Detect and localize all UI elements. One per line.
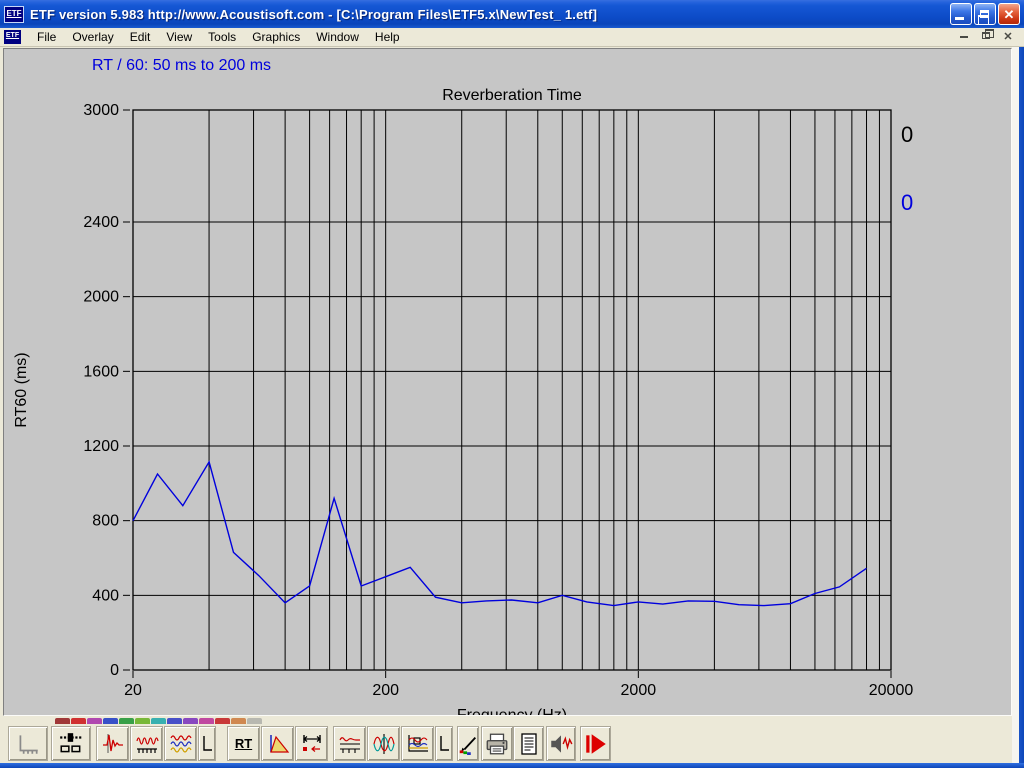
speaker-icon bbox=[548, 731, 574, 757]
minimize-icon bbox=[955, 17, 964, 20]
toolbar-button-phase-response[interactable] bbox=[367, 726, 400, 761]
toolbar-button-speaker-test[interactable] bbox=[546, 726, 576, 761]
toolbar-button-smoothed-response[interactable] bbox=[333, 726, 366, 761]
toolbar-button-axis-corner-a[interactable] bbox=[198, 726, 216, 761]
restore-button[interactable] bbox=[974, 3, 996, 25]
x-tick-label: 20 bbox=[124, 682, 142, 699]
x-tick-label: 20000 bbox=[869, 682, 914, 699]
chart-panel: RT / 60: 50 ms to 200 ms 040080012001600… bbox=[3, 48, 1012, 716]
menu-bar: ETF FileOverlayEditViewToolsGraphicsWind… bbox=[0, 28, 1024, 47]
plot-frame bbox=[133, 110, 891, 670]
window-title: ETF version 5.983 http://www.Acoustisoft… bbox=[30, 7, 950, 22]
axis-corner-icon bbox=[200, 731, 214, 757]
y-tick-label: 800 bbox=[92, 513, 119, 530]
menu-item-help[interactable]: Help bbox=[367, 28, 408, 46]
play-icon bbox=[583, 731, 609, 757]
menu-item-edit[interactable]: Edit bbox=[122, 28, 159, 46]
etf-logo-icon: ETF bbox=[4, 6, 24, 23]
close-icon: ✕ bbox=[1004, 8, 1015, 21]
toolbar-button-measure-play[interactable] bbox=[580, 726, 611, 761]
smoothed-response-icon bbox=[338, 731, 362, 757]
mdi-restore-icon bbox=[982, 32, 990, 39]
mdi-close-button[interactable]: ✕ bbox=[1000, 30, 1016, 44]
overlay-marker-blue: 0 bbox=[901, 190, 913, 216]
y-tick-label: 3000 bbox=[83, 102, 119, 119]
toolbar-button-print[interactable] bbox=[481, 726, 513, 761]
range-slider-icon bbox=[57, 731, 85, 757]
rt60-series-line bbox=[133, 462, 867, 606]
client-area: RT / 60: 50 ms to 200 ms 040080012001600… bbox=[0, 47, 1019, 763]
y-axis-title: RT60 (ms) bbox=[13, 352, 30, 427]
mdi-minimize-icon bbox=[960, 36, 968, 38]
etf-mdi-icon: ETF bbox=[4, 30, 21, 44]
axes-icon bbox=[14, 731, 42, 757]
mdi-restore-button[interactable] bbox=[978, 30, 994, 44]
x-axis-title: Frequency (Hz) bbox=[457, 707, 567, 715]
spectrogram-icon bbox=[406, 731, 430, 757]
toolbar-button-axes-display[interactable] bbox=[8, 726, 48, 761]
y-tick-label: 1200 bbox=[83, 438, 119, 455]
mdi-minimize-button[interactable] bbox=[956, 30, 972, 44]
overlay-responses-icon bbox=[169, 731, 193, 757]
toolbar-button-range-sliders[interactable] bbox=[51, 726, 91, 761]
toolbar-button-axis-corner-b[interactable] bbox=[435, 726, 453, 761]
menu-item-overlay[interactable]: Overlay bbox=[64, 28, 121, 46]
printer-icon bbox=[484, 731, 510, 757]
y-tick-label: 2000 bbox=[83, 289, 119, 306]
impulse-response-icon bbox=[101, 731, 125, 757]
close-button[interactable]: ✕ bbox=[998, 3, 1020, 25]
frequency-response-icon bbox=[135, 731, 159, 757]
y-tick-label: 0 bbox=[110, 662, 119, 679]
phase-icon bbox=[372, 731, 396, 757]
menu-item-window[interactable]: Window bbox=[308, 28, 367, 46]
rt-text-icon: RT bbox=[235, 735, 252, 753]
toolbar-button-overlay-responses[interactable] bbox=[164, 726, 197, 761]
menu-item-file[interactable]: File bbox=[29, 28, 64, 46]
toolbar-button-gate-settings[interactable] bbox=[295, 726, 328, 761]
gate-icon bbox=[300, 731, 324, 757]
chart-title: Reverberation Time bbox=[442, 87, 582, 104]
waterfall-icon bbox=[266, 731, 290, 757]
window-border-bottom bbox=[0, 763, 1024, 768]
axis-corner-icon bbox=[437, 731, 451, 757]
brush-icon bbox=[457, 731, 479, 757]
menu-item-tools[interactable]: Tools bbox=[200, 28, 244, 46]
menu-item-graphics[interactable]: Graphics bbox=[244, 28, 308, 46]
rt60-chart: 0 400 800 1200 1600 2000 2400 3000 20 200 2000 2000… bbox=[4, 49, 1011, 715]
toolbar-button-frequency-response[interactable] bbox=[130, 726, 163, 761]
y-tick-label: 400 bbox=[92, 587, 119, 604]
toolbar-button-impulse-response[interactable] bbox=[96, 726, 129, 761]
menu-item-view[interactable]: View bbox=[158, 28, 200, 46]
overlay-marker-black: 0 bbox=[901, 122, 913, 148]
title-bar: ETF ETF version 5.983 http://www.Acousti… bbox=[0, 0, 1024, 28]
restore-icon bbox=[980, 10, 989, 18]
toolbar-button-spectrogram[interactable] bbox=[401, 726, 434, 761]
document-icon bbox=[517, 731, 541, 757]
right-inner-border bbox=[1012, 47, 1019, 763]
y-tick-label: 2400 bbox=[83, 214, 119, 231]
y-tick-label: 1600 bbox=[83, 363, 119, 380]
toolbar-button-reverberation-time[interactable]: RT bbox=[227, 726, 260, 761]
window-border-right bbox=[1019, 28, 1024, 768]
toolbar-button-color-editor[interactable] bbox=[457, 726, 479, 761]
x-tick-label: 200 bbox=[372, 682, 399, 699]
mdi-close-icon: ✕ bbox=[1003, 31, 1012, 43]
toolbar-button-waterfall[interactable] bbox=[261, 726, 294, 761]
toolbar-button-notes[interactable] bbox=[513, 726, 544, 761]
bottom-toolbar: RT bbox=[0, 724, 1019, 763]
minimize-button[interactable] bbox=[950, 3, 972, 25]
x-tick-label: 2000 bbox=[621, 682, 657, 699]
